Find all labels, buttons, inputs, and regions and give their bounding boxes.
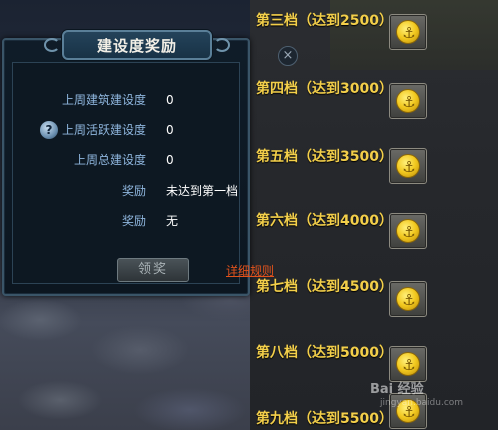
reward-status-label: 奖励 <box>121 184 146 198</box>
last-week-active-label: 上周活跃建设度 <box>61 123 146 137</box>
last-week-active-value: 0 <box>166 123 174 137</box>
last-week-total-value: 0 <box>166 153 174 167</box>
watermark-url: jingyan.baidu.com <box>380 398 464 408</box>
reward-item-value: 无 <box>166 214 179 228</box>
reward-status-value: 未达到第一档 <box>166 184 239 198</box>
last-week-building-value: 0 <box>166 93 174 107</box>
anchor-icon: ⚓ <box>402 223 416 241</box>
row-total-label-wrap: 上周总建设度 <box>50 151 146 169</box>
tier-9-label: 第九档（达到5500） <box>256 411 393 427</box>
gold-anchor-coin-icon: ⚓ <box>396 287 420 311</box>
anchor-icon: ⚓ <box>402 356 416 374</box>
dialog-title: 建设度奖励 <box>96 36 177 55</box>
tier-5-label: 第五档（达到3500） <box>256 149 393 165</box>
tier-8-label: 第八档（达到5000） <box>256 345 393 361</box>
reward-item-label: 奖励 <box>121 214 146 228</box>
last-week-active-value-wrap: 0 <box>166 121 174 139</box>
tier-5-reward-icon[interactable]: ⚓ <box>389 148 427 184</box>
last-week-total-value-wrap: 0 <box>166 151 174 169</box>
anchor-icon: ⚓ <box>402 93 416 111</box>
close-icon[interactable]: × <box>278 46 298 66</box>
watermark-brand: Bai 经验 <box>370 382 424 397</box>
tier-8-reward-icon[interactable]: ⚓ <box>389 346 427 382</box>
row-active-label-wrap: 上周活跃建设度 <box>50 121 146 139</box>
row-building-label-wrap: 上周建筑建设度 <box>50 91 146 109</box>
gold-anchor-coin-icon: ⚓ <box>396 20 420 44</box>
dialog-title-plate: 建设度奖励 <box>44 30 230 60</box>
row-reward-label-wrap: 奖励 <box>50 182 146 200</box>
gold-anchor-coin-icon: ⚓ <box>396 89 420 113</box>
tier-6-reward-icon[interactable]: ⚓ <box>389 213 427 249</box>
last-week-total-label: 上周总建设度 <box>73 153 146 167</box>
claim-reward-button[interactable]: 领奖 <box>117 258 189 282</box>
anchor-icon: ⚓ <box>402 158 416 176</box>
last-week-building-value-wrap: 0 <box>166 91 174 109</box>
tier-7-reward-icon[interactable]: ⚓ <box>389 281 427 317</box>
tier-6-label: 第六档（达到4000） <box>256 213 393 229</box>
title-ornament-left-icon <box>44 38 60 52</box>
title-ornament-right-icon <box>214 38 230 52</box>
gold-anchor-coin-icon: ⚓ <box>396 352 420 376</box>
tier-7-label: 第七档（达到4500） <box>256 279 393 295</box>
gold-anchor-coin-icon: ⚓ <box>396 219 420 243</box>
reward-status-value-wrap: 未达到第一档 <box>166 182 238 200</box>
gold-anchor-coin-icon: ⚓ <box>396 154 420 178</box>
tier-4-reward-icon[interactable]: ⚓ <box>389 83 427 119</box>
last-week-building-label: 上周建筑建设度 <box>61 93 146 107</box>
reward-item-value-wrap: 无 <box>166 212 178 230</box>
tier-3-label: 第三档（达到2500） <box>256 13 393 29</box>
row-reward2-label-wrap: 奖励 <box>50 212 146 230</box>
tier-3-reward-icon[interactable]: ⚓ <box>389 14 427 50</box>
anchor-icon: ⚓ <box>402 291 416 309</box>
anchor-icon: ⚓ <box>402 24 416 42</box>
tier-4-label: 第四档（达到3000） <box>256 81 393 97</box>
